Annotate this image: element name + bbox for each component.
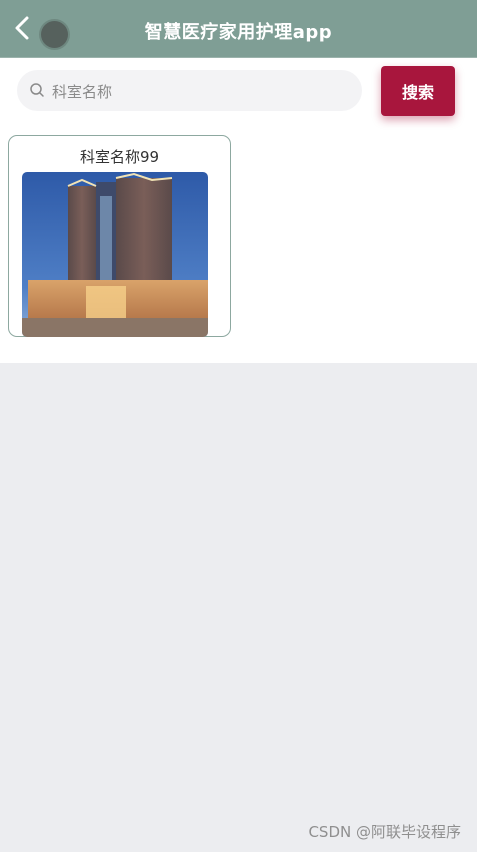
chevron-left-icon <box>15 16 29 40</box>
main-content: 搜索 科室名称99 <box>0 58 477 363</box>
search-bar[interactable] <box>17 70 362 113</box>
search-button[interactable]: 搜索 <box>381 66 455 116</box>
hospital-building-image <box>22 172 208 337</box>
watermark-text: CSDN @阿联毕设程序 <box>308 823 461 841</box>
department-name: 科室名称99 <box>79 148 160 166</box>
department-card[interactable]: 科室名称99 <box>8 135 231 337</box>
page-title: 智慧医疗家用护理app <box>144 22 333 43</box>
floating-dot-button[interactable] <box>41 21 68 48</box>
search-input[interactable] <box>50 70 354 113</box>
search-icon <box>30 83 44 97</box>
app-header: 智慧医疗家用护理app <box>0 0 477 58</box>
back-button[interactable] <box>12 14 34 44</box>
